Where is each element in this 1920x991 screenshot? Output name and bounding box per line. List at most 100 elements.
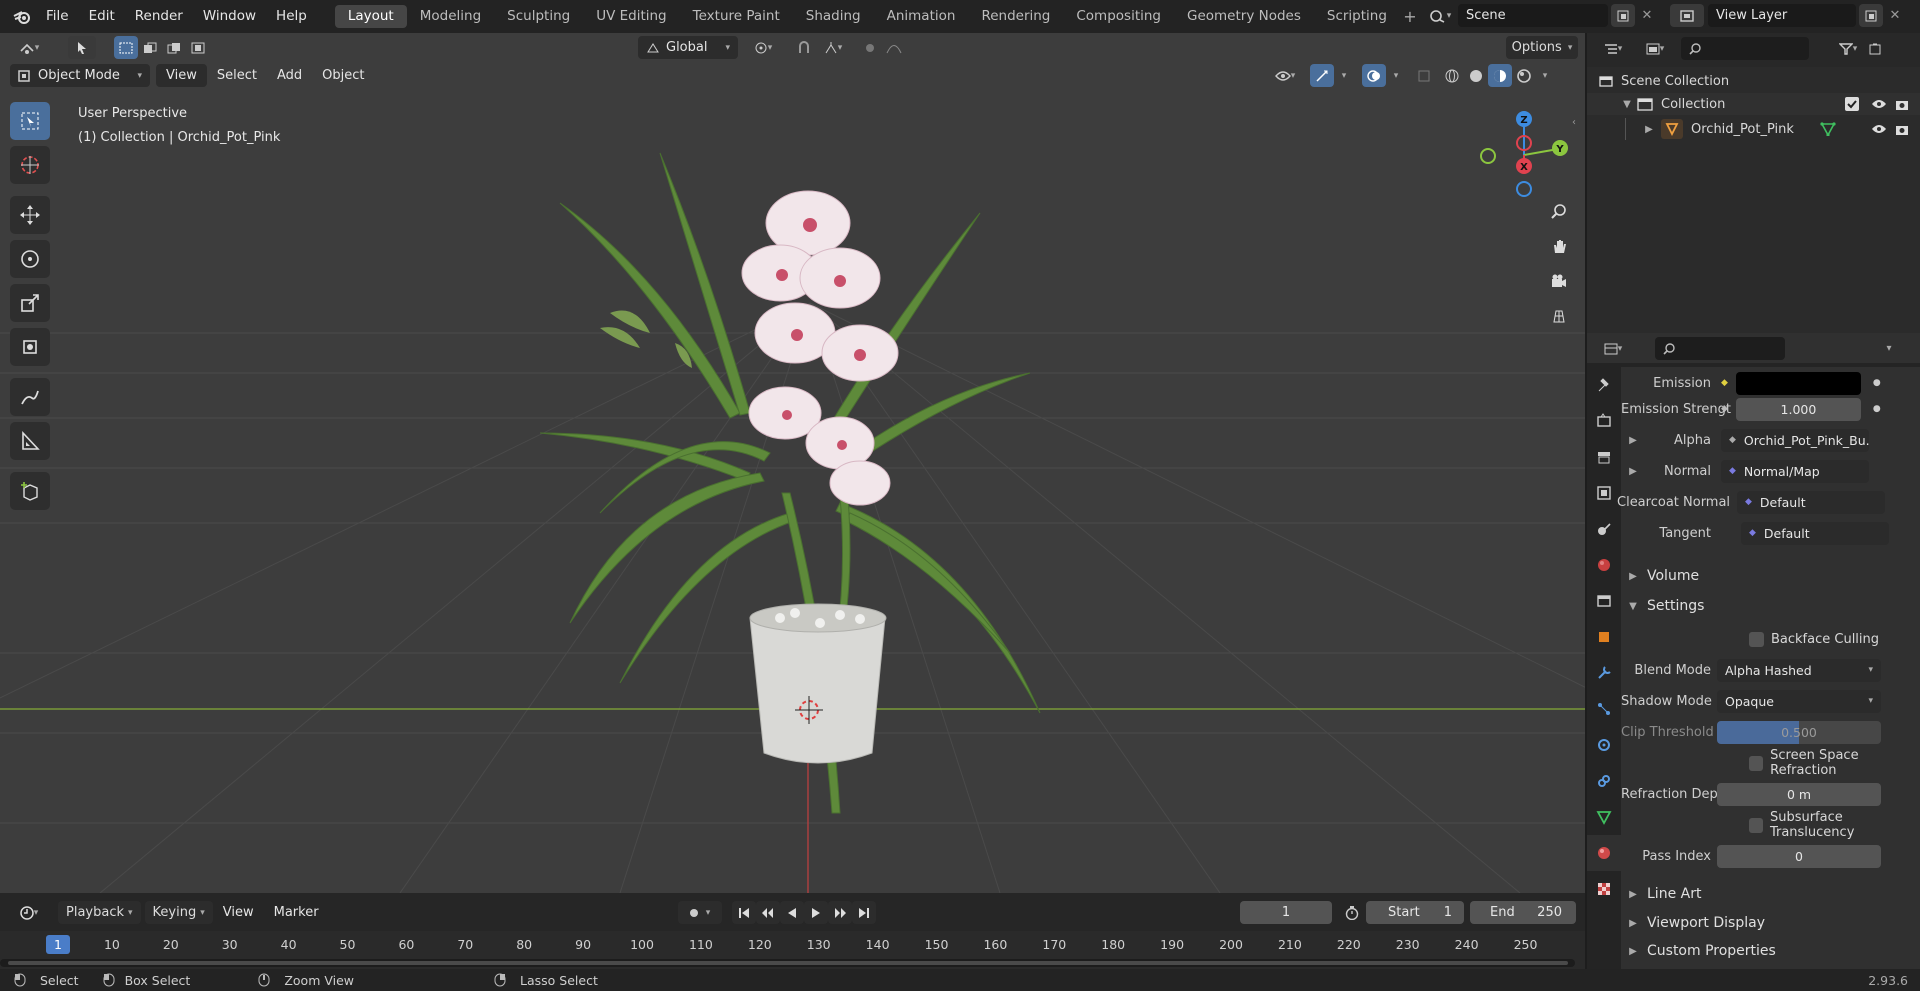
tangent-field[interactable]: ◆ Default <box>1741 521 1889 545</box>
blend-mode-dropdown[interactable]: Alpha Hashed ▾ <box>1717 658 1881 682</box>
viewport-menu-view[interactable]: View <box>156 64 207 87</box>
rotate-tool-icon[interactable] <box>10 240 50 278</box>
select-mode-extend-icon[interactable] <box>138 36 162 59</box>
gizmo-toggle-icon[interactable] <box>1310 64 1334 87</box>
proportional-edit-icon[interactable] <box>858 36 882 59</box>
viewport-menu-select[interactable]: Select <box>207 64 267 87</box>
emission-color-swatch[interactable] <box>1735 371 1861 395</box>
editor-type-icon[interactable]: ▾ <box>10 36 48 59</box>
screen-space-refraction-checkbox[interactable] <box>1749 755 1764 771</box>
properties-options-icon[interactable]: ▾ <box>1877 337 1901 360</box>
scene-tab-icon[interactable] <box>1587 511 1621 547</box>
add-workspace-icon[interactable]: + <box>1400 7 1420 26</box>
texture-tab-icon[interactable] <box>1587 871 1621 907</box>
pass-index-field[interactable]: 0 <box>1717 844 1881 868</box>
sidebar-toggle-icon[interactable]: ‹ <box>1572 117 1576 128</box>
view-layer-field[interactable]: View Layer <box>1708 4 1856 27</box>
data-tab-icon[interactable] <box>1587 799 1621 835</box>
tab-texture-paint[interactable]: Texture Paint <box>680 5 793 28</box>
normal-expand-icon[interactable]: ▶ <box>1625 466 1641 477</box>
physics-tab-icon[interactable] <box>1587 727 1621 763</box>
clip-threshold-slider[interactable]: 0.500 <box>1717 720 1881 744</box>
snap-icon[interactable] <box>792 36 816 59</box>
overlays-dropdown-icon[interactable]: ▾ <box>1386 64 1406 87</box>
backface-culling-checkbox[interactable] <box>1749 631 1764 647</box>
falloff-icon[interactable] <box>882 36 906 59</box>
custom-properties-section-header[interactable]: ▶ Custom Properties <box>1621 937 1920 965</box>
object-row[interactable]: ▶ Orchid_Pot_Pink <box>1587 118 1920 140</box>
timeline-scrollbar-thumb[interactable] <box>8 961 1568 965</box>
backface-culling-row[interactable]: Backface Culling <box>1621 626 1920 652</box>
jump-end-icon[interactable] <box>852 901 876 924</box>
camera-view-icon[interactable] <box>1546 268 1572 294</box>
blender-logo-icon[interactable] <box>8 0 36 33</box>
scene-icon[interactable]: ▾ <box>1422 4 1458 27</box>
viewport-menu-add[interactable]: Add <box>267 64 312 87</box>
object-expand-icon[interactable]: ▶ <box>1641 124 1657 135</box>
measure-tool-icon[interactable] <box>10 422 50 460</box>
scene-name-field[interactable]: Scene <box>1458 4 1608 27</box>
tab-rendering[interactable]: Rendering <box>968 5 1063 28</box>
annotate-tool-icon[interactable] <box>10 378 50 416</box>
object-mode-dropdown[interactable]: Object Mode ▾ <box>10 64 150 87</box>
tab-layout[interactable]: Layout <box>334 5 407 28</box>
snap-target-icon[interactable]: ▾ <box>816 36 850 59</box>
auto-keying-icon[interactable]: ▾ <box>678 901 722 924</box>
world-tab-icon[interactable] <box>1587 547 1621 583</box>
delete-view-layer-icon[interactable]: ✕ <box>1883 4 1907 27</box>
viewport-display-expand-icon[interactable]: ▶ <box>1625 918 1641 929</box>
gizmo-dropdown-icon[interactable]: ▾ <box>1334 64 1354 87</box>
tab-animation[interactable]: Animation <box>874 5 969 28</box>
shading-material-icon[interactable] <box>1488 64 1512 87</box>
select-mode-subtract-icon[interactable] <box>162 36 186 59</box>
tab-shading[interactable]: Shading <box>793 5 874 28</box>
frame-ruler[interactable]: 1 10 20 30 40 50 60 70 80 90 100 110 120 130 140 150 160… <box>0 931 1585 969</box>
shading-dropdown-icon[interactable]: ▾ <box>1536 64 1554 87</box>
normal-link-field[interactable]: ◆ Normal/Map <box>1721 459 1869 483</box>
tab-sculpting[interactable]: Sculpting <box>494 5 583 28</box>
menu-window[interactable]: Window <box>193 0 266 33</box>
render-tab-icon[interactable] <box>1587 403 1621 439</box>
collection-row[interactable]: ▼ Collection <box>1587 93 1920 115</box>
end-frame-field[interactable]: End 250 <box>1470 901 1576 924</box>
orchid-pot-model[interactable] <box>540 113 1060 833</box>
select-mode-new-icon[interactable] <box>114 36 138 59</box>
tab-modeling[interactable]: Modeling <box>407 5 494 28</box>
shading-rendered-icon[interactable] <box>1512 64 1536 87</box>
tab-uv-editing[interactable]: UV Editing <box>583 5 679 28</box>
stopwatch-icon[interactable] <box>1340 901 1364 924</box>
constraints-tab-icon[interactable] <box>1587 763 1621 799</box>
screen-space-refraction-row[interactable]: Screen Space Refraction <box>1621 748 1920 778</box>
emission-socket-icon[interactable]: ◆ <box>1721 378 1728 388</box>
view-layer-icon[interactable] <box>1670 4 1704 27</box>
timeline-menu-marker[interactable]: Marker <box>264 901 329 924</box>
menu-edit[interactable]: Edit <box>79 0 125 33</box>
scale-tool-icon[interactable] <box>10 284 50 322</box>
perspective-toggle-icon[interactable] <box>1546 303 1572 329</box>
settings-section-header[interactable]: ▼ Settings <box>1621 592 1920 620</box>
tab-scripting[interactable]: Scripting <box>1314 5 1400 28</box>
xray-toggle-icon[interactable] <box>1412 64 1436 87</box>
move-tool-icon[interactable] <box>10 196 50 234</box>
view-layer-tab-icon[interactable] <box>1587 475 1621 511</box>
playback-menu[interactable]: Playback ▾ <box>58 901 141 924</box>
emission-strength-field[interactable]: 1.000 <box>1735 397 1861 421</box>
refraction-depth-field[interactable]: 0 m <box>1717 782 1881 806</box>
timeline-editor-type-icon[interactable]: ▾ <box>10 901 48 924</box>
shading-solid-icon[interactable] <box>1464 64 1488 87</box>
volume-expand-icon[interactable]: ▶ <box>1625 571 1641 582</box>
clearcoat-normal-field[interactable]: ◆ Default <box>1737 490 1885 514</box>
timeline-scrollbar[interactable] <box>0 959 1575 967</box>
select-mode-intersect-icon[interactable] <box>186 36 210 59</box>
tool-select-icon[interactable] <box>68 36 96 59</box>
properties-search-input[interactable] <box>1655 337 1785 360</box>
transform-orientation-dropdown[interactable]: Global ▾ <box>638 36 738 59</box>
volume-section-header[interactable]: ▶ Volume <box>1621 562 1920 590</box>
play-reverse-icon[interactable] <box>780 901 804 924</box>
shading-wireframe-icon[interactable] <box>1440 64 1464 87</box>
viewport-menu-object[interactable]: Object <box>312 64 374 87</box>
shadow-mode-dropdown[interactable]: Opaque ▾ <box>1717 689 1881 713</box>
options-dropdown[interactable]: Options ▾ <box>1506 36 1578 59</box>
select-box-tool-icon[interactable] <box>10 102 50 140</box>
tab-geometry-nodes[interactable]: Geometry Nodes <box>1174 5 1314 28</box>
